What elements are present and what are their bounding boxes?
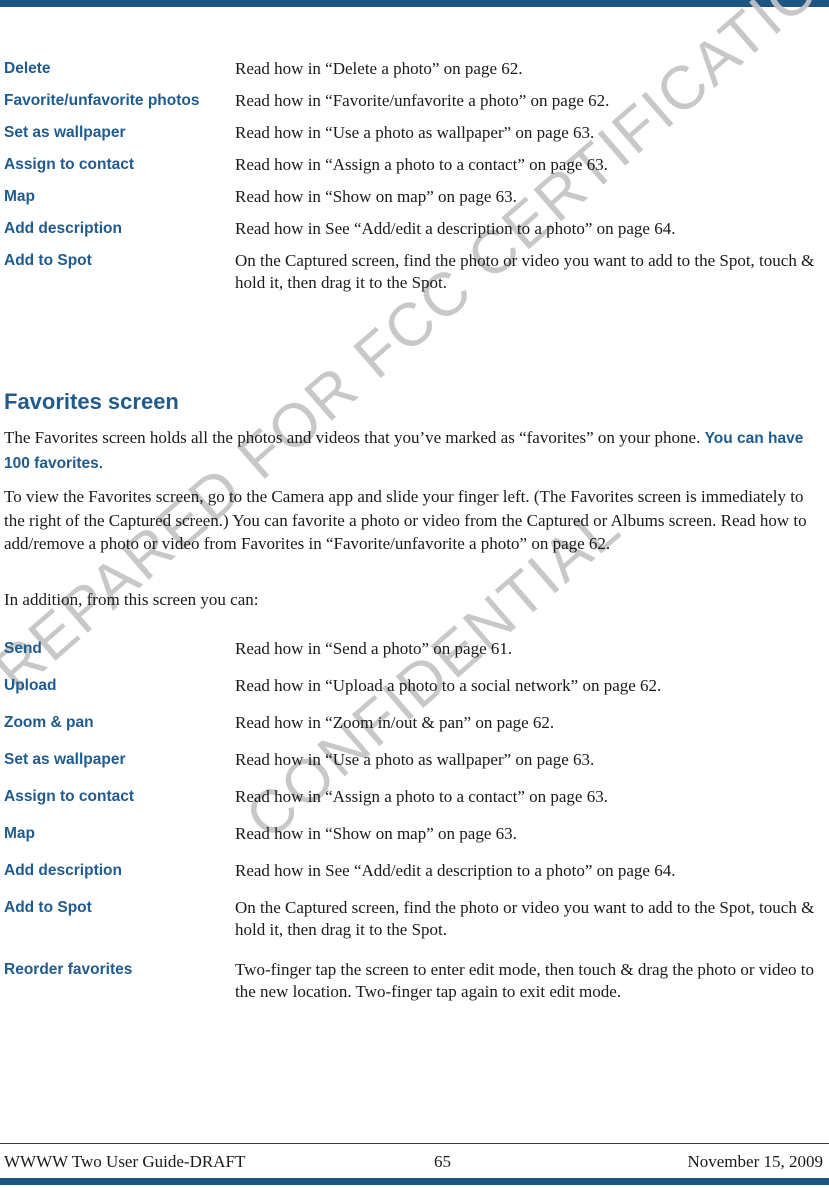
definition-term: Upload [4, 677, 57, 694]
definition-description: Read how in “Assign a photo to a contact… [235, 155, 608, 174]
table-row: Reorder favorites Two-finger tap the scr… [4, 959, 822, 1003]
table-row: Map Read how in “Show on map” on page 63… [4, 823, 822, 845]
paragraph-in-addition: In addition, from this screen you can: [4, 590, 259, 609]
definition-term: Add description [4, 220, 122, 237]
definition-description: Read how in “Show on map” on page 63. [235, 824, 517, 843]
bottom-rule [0, 1178, 829, 1185]
table-row: Add to Spot On the Captured screen, find… [4, 897, 822, 941]
definition-term: Favorite/unfavorite photos [4, 92, 200, 109]
definition-term: Add to Spot [4, 899, 92, 916]
page-footer: WWWW Two User Guide-DRAFT 65 November 15… [0, 1152, 829, 1176]
definition-description: Read how in “Assign a photo to a contact… [235, 787, 608, 806]
definition-term: Add description [4, 862, 122, 879]
table-row: Set as wallpaper Read how in “Use a phot… [4, 122, 822, 144]
definition-table-top: Delete Read how in “Delete a photo” on p… [4, 58, 822, 302]
definition-term: Set as wallpaper [4, 751, 126, 768]
definition-description: On the Captured screen, find the photo o… [235, 898, 815, 939]
definition-description: Read how in “Zoom in/out & pan” on page … [235, 713, 555, 732]
footer-document-title: WWWW Two User Guide-DRAFT [4, 1152, 246, 1171]
table-row: Assign to contact Read how in “Assign a … [4, 786, 822, 808]
table-row: Zoom & pan Read how in “Zoom in/out & pa… [4, 712, 822, 734]
table-row: Assign to contact Read how in “Assign a … [4, 154, 822, 176]
definition-description: Read how in “Use a photo as wallpaper” o… [235, 750, 595, 769]
definition-term: Send [4, 640, 42, 657]
paragraph-text-after: . [98, 452, 104, 472]
definition-term: Zoom & pan [4, 714, 94, 731]
table-row: Delete Read how in “Delete a photo” on p… [4, 58, 822, 80]
definition-term: Set as wallpaper [4, 124, 126, 141]
table-row: Map Read how in “Show on map” on page 63… [4, 186, 822, 208]
paragraph-text-before: The Favorites screen holds all the photo… [4, 428, 705, 447]
definition-description: Read how in See “Add/edit a description … [235, 219, 676, 238]
table-row: Upload Read how in “Upload a photo to a … [4, 675, 822, 697]
table-row: Favorite/unfavorite photos Read how in “… [4, 90, 822, 112]
definition-description: Read how in See “Add/edit a description … [235, 861, 676, 880]
section-heading: Favorites screen [4, 389, 179, 414]
table-row: Set as wallpaper Read how in “Use a phot… [4, 749, 822, 771]
definition-description: Two-finger tap the screen to enter edit … [235, 960, 814, 1001]
table-row: Send Read how in “Send a photo” on page … [4, 638, 822, 660]
definition-description: Read how in “Delete a photo” on page 62. [235, 59, 523, 78]
definition-term: Add to Spot [4, 252, 92, 269]
paragraph-view-favorites: To view the Favorites screen, go to the … [4, 487, 807, 553]
definition-term: Assign to contact [4, 788, 135, 805]
document-page: PREPARED FOR FCC CERTIFICATION CONFIDENT… [0, 0, 829, 1188]
definition-table-bottom: Send Read how in “Send a photo” on page … [4, 638, 822, 1011]
definition-description: On the Captured screen, find the photo o… [235, 251, 815, 292]
definition-term: Delete [4, 60, 51, 77]
definition-term: Map [4, 188, 35, 205]
definition-term: Reorder favorites [4, 961, 133, 978]
definition-description: Read how in “Send a photo” on page 61. [235, 639, 513, 658]
definition-term: Map [4, 825, 35, 842]
table-row: Add to Spot On the Captured screen, find… [4, 250, 822, 294]
header-rule [0, 0, 829, 7]
definition-description: Read how in “Show on map” on page 63. [235, 187, 517, 206]
table-row: Add description Read how in See “Add/edi… [4, 860, 822, 882]
paragraph-intro: The Favorites screen holds all the photo… [4, 426, 824, 475]
footer-rule [0, 1143, 829, 1144]
definition-description: Read how in “Use a photo as wallpaper” o… [235, 123, 595, 142]
definition-description: Read how in “Favorite/unfavorite a photo… [235, 91, 610, 110]
footer-page-number: 65 [434, 1152, 451, 1171]
footer-date: November 15, 2009 [687, 1152, 823, 1171]
table-row: Add description Read how in See “Add/edi… [4, 218, 822, 240]
definition-term: Assign to contact [4, 156, 135, 173]
definition-description: Read how in “Upload a photo to a social … [235, 676, 662, 695]
